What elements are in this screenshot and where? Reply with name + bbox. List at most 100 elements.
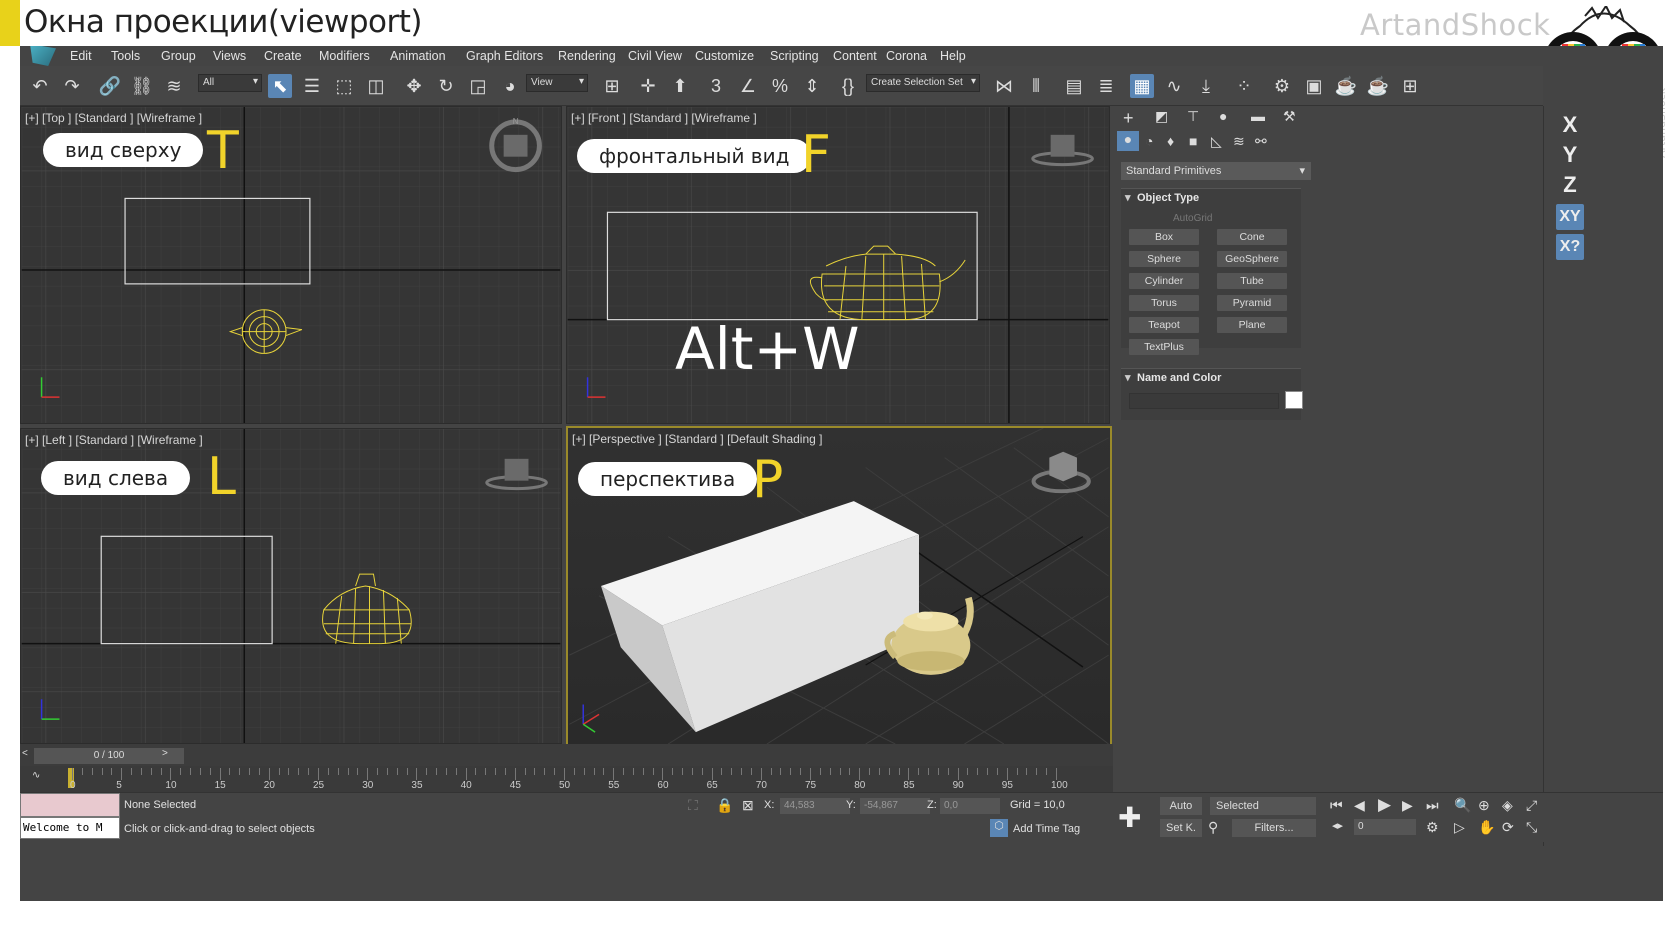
menu-animation[interactable]: Animation bbox=[390, 49, 446, 63]
menu-edit[interactable]: Edit bbox=[70, 49, 92, 63]
time-tag-icon[interactable]: ⬡ bbox=[990, 819, 1008, 837]
menu-help[interactable]: Help bbox=[940, 49, 966, 63]
place-icon[interactable]: ◕ bbox=[498, 74, 522, 98]
zoom-extents-all-icon[interactable]: ⤢ bbox=[1526, 797, 1537, 814]
autogrid-checkbox[interactable]: AutoGrid bbox=[1173, 213, 1212, 224]
mirror-icon[interactable]: ⋈ bbox=[992, 74, 1016, 98]
cylinder-button[interactable]: Cylinder bbox=[1129, 273, 1199, 289]
box-button[interactable]: Box bbox=[1129, 229, 1199, 245]
y-coord-field[interactable]: -54,867 bbox=[860, 798, 930, 814]
z-coord-field[interactable]: 0,0 bbox=[940, 798, 1000, 814]
menu-graph-editors[interactable]: Graph Editors bbox=[466, 49, 543, 63]
zoom-extents-icon[interactable]: ◈ bbox=[1502, 797, 1513, 814]
menu-rendering[interactable]: Rendering bbox=[558, 49, 616, 63]
viewport-left[interactable]: [+] [Left ] [Standard ] [Wireframe ] вид… bbox=[20, 428, 562, 744]
bind-spacewarp-icon[interactable]: ≋ bbox=[162, 74, 186, 98]
prev-frame-icon[interactable]: ◀ bbox=[1354, 797, 1365, 814]
named-selection-dropdown[interactable]: Create Selection Set bbox=[866, 74, 980, 92]
align-icon[interactable]: ⫴ bbox=[1024, 74, 1048, 98]
pan-icon[interactable]: ✋ bbox=[1478, 819, 1495, 836]
timeline-prev-icon[interactable]: < bbox=[22, 748, 28, 759]
layer-explorer-icon[interactable]: ≣ bbox=[1094, 74, 1118, 98]
angle-snap-icon[interactable]: ∠ bbox=[736, 74, 760, 98]
undo-icon[interactable]: ↶ bbox=[28, 74, 52, 98]
object-color-swatch[interactable] bbox=[1285, 391, 1303, 409]
next-frame-icon[interactable]: ▶ bbox=[1402, 797, 1413, 814]
torus-button[interactable]: Torus bbox=[1129, 295, 1199, 311]
shapes-icon[interactable]: ◔ bbox=[1145, 133, 1153, 149]
menu-corona[interactable]: Corona bbox=[886, 49, 927, 63]
track-bar-toggle-icon[interactable]: ∿ bbox=[32, 770, 40, 781]
goto-end-icon[interactable]: ⏭ bbox=[1426, 797, 1439, 814]
scale-icon[interactable]: ◲ bbox=[466, 74, 490, 98]
textplus-button[interactable]: TextPlus bbox=[1129, 339, 1199, 355]
material-editor-icon[interactable]: ⁘ bbox=[1232, 74, 1256, 98]
maximize-viewport-icon[interactable]: ⤡ bbox=[1526, 819, 1537, 836]
primitives-category-dropdown[interactable]: Standard Primitives bbox=[1121, 162, 1311, 180]
pyramid-button[interactable]: Pyramid bbox=[1217, 295, 1287, 311]
rotate-icon[interactable]: ↻ bbox=[434, 74, 458, 98]
fov-icon[interactable]: ▷ bbox=[1454, 819, 1465, 836]
selection-filter-dropdown[interactable]: All bbox=[198, 74, 262, 92]
display-tab-icon[interactable]: ▬ bbox=[1251, 108, 1265, 124]
key-filters-icon[interactable]: ⚲ bbox=[1208, 819, 1218, 836]
snap-3d-icon[interactable]: 3 bbox=[704, 74, 728, 98]
window-crossing-icon[interactable]: ◫ bbox=[364, 74, 388, 98]
rect-selection-icon[interactable]: ⬚ bbox=[332, 74, 356, 98]
menu-group[interactable]: Group bbox=[161, 49, 196, 63]
sphere-button[interactable]: Sphere bbox=[1129, 251, 1199, 267]
viewport-label-top[interactable]: [+] [Top ] [Standard ] [Wireframe ] bbox=[25, 111, 202, 125]
isolate-selection-icon[interactable]: ⛶ bbox=[688, 797, 698, 814]
menu-scripting[interactable]: Scripting bbox=[770, 49, 819, 63]
helpers-icon[interactable]: ◺ bbox=[1211, 133, 1222, 150]
axis-x-button[interactable]: X bbox=[1556, 112, 1584, 138]
selected-dropdown[interactable]: Selected bbox=[1210, 797, 1316, 815]
render-iterative-icon[interactable]: ☕ bbox=[1366, 74, 1390, 98]
orbit-icon[interactable]: ⟳ bbox=[1502, 819, 1514, 836]
select-object-icon[interactable]: ⬉ bbox=[268, 74, 292, 98]
schematic-view-icon[interactable]: ⤓ bbox=[1194, 74, 1218, 98]
cameras-icon[interactable]: ■ bbox=[1189, 133, 1197, 149]
track-bar[interactable]: ∿ 0 5 10 15 20 25 30 35 40 45 50 55 60 65 70 75 80 85 90 95… bbox=[20, 766, 1113, 792]
redo-icon[interactable]: ↷ bbox=[60, 74, 84, 98]
maxscript-listener-top[interactable] bbox=[20, 793, 120, 817]
current-frame-field[interactable]: 0 bbox=[1354, 819, 1416, 835]
plane-button[interactable]: Plane bbox=[1217, 317, 1287, 333]
keyboard-shortcut-icon[interactable]: ⬆ bbox=[668, 74, 692, 98]
select-manipulate-icon[interactable]: ✛ bbox=[636, 74, 660, 98]
hierarchy-tab-icon[interactable]: ⊤ bbox=[1187, 108, 1199, 125]
zoom-all-icon[interactable]: ⊕ bbox=[1478, 797, 1490, 814]
maxscript-listener[interactable]: Welcome to M bbox=[20, 817, 120, 839]
object-type-title[interactable]: Object Type bbox=[1121, 189, 1301, 207]
tube-button[interactable]: Tube bbox=[1217, 273, 1287, 289]
menu-content[interactable]: Content bbox=[833, 49, 877, 63]
axis-z-button[interactable]: Z bbox=[1556, 172, 1584, 198]
geometry-icon[interactable]: ● bbox=[1117, 131, 1139, 151]
max-logo-icon[interactable] bbox=[30, 46, 56, 66]
menu-civil-view[interactable]: Civil View bbox=[628, 49, 682, 63]
lock-selection-icon[interactable]: 🔒 bbox=[716, 797, 733, 814]
render-setup-icon[interactable]: ⚙ bbox=[1270, 74, 1294, 98]
goto-start-icon[interactable]: ⏮ bbox=[1330, 797, 1343, 814]
x-coord-field[interactable]: 44,583 bbox=[780, 798, 850, 814]
menu-tools[interactable]: Tools bbox=[111, 49, 140, 63]
geosphere-button[interactable]: GeoSphere bbox=[1217, 251, 1287, 267]
time-config-icon[interactable]: ⚙ bbox=[1426, 819, 1439, 836]
menu-create[interactable]: Create bbox=[264, 49, 302, 63]
cone-button[interactable]: Cone bbox=[1217, 229, 1287, 245]
utilities-tab-icon[interactable]: ⚒ bbox=[1283, 108, 1296, 125]
move-icon[interactable]: ✥ bbox=[402, 74, 426, 98]
pivot-center-icon[interactable]: ⊞ bbox=[600, 74, 624, 98]
viewport-top[interactable]: N [+] [Top ] [Standard ] [Wireframe ] ви… bbox=[20, 106, 562, 424]
edit-named-sets-icon[interactable]: {} bbox=[836, 74, 860, 98]
create-tab-icon[interactable]: + bbox=[1123, 108, 1134, 129]
filters-button[interactable]: Filters... bbox=[1232, 819, 1316, 837]
name-color-title[interactable]: Name and Color bbox=[1121, 369, 1301, 387]
menu-modifiers[interactable]: Modifiers bbox=[319, 49, 370, 63]
viewport-label-perspective[interactable]: [+] [Perspective ] [Standard ] [Default … bbox=[572, 432, 822, 446]
axis-y-button[interactable]: Y bbox=[1556, 142, 1584, 168]
unlink-icon[interactable]: ⛓ bbox=[130, 74, 154, 98]
render-cloud-icon[interactable]: ⊞ bbox=[1398, 74, 1422, 98]
auto-key-button[interactable]: Auto bbox=[1160, 797, 1202, 815]
viewport-label-left[interactable]: [+] [Left ] [Standard ] [Wireframe ] bbox=[25, 433, 203, 447]
